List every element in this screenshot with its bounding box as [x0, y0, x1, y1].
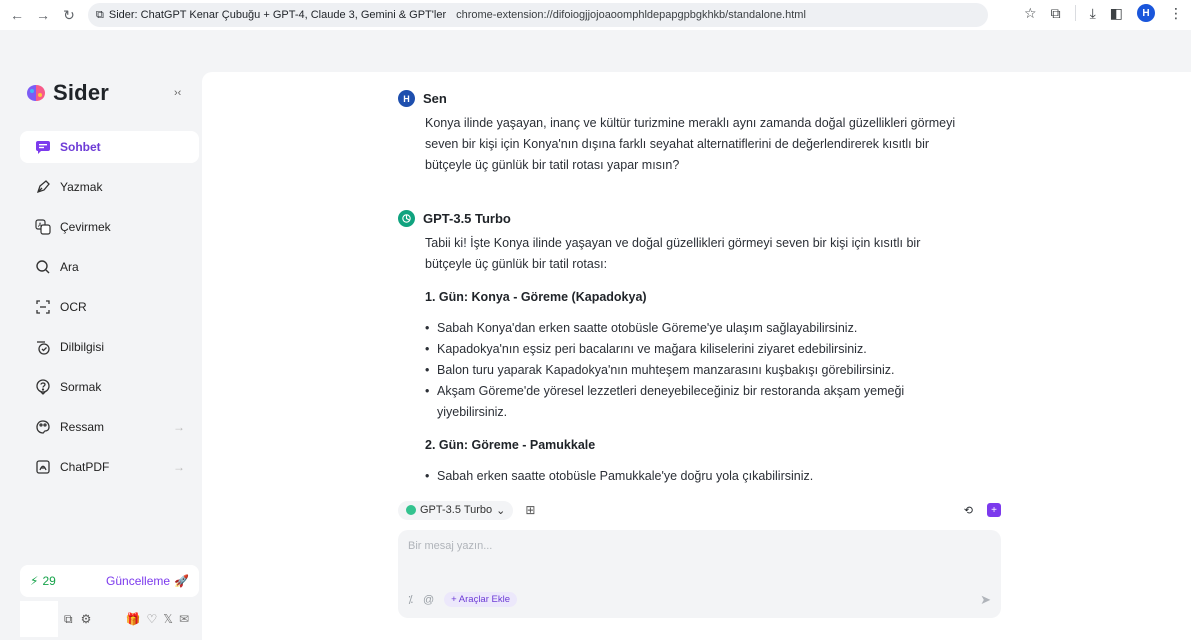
model-status-dot [406, 505, 416, 515]
star-icon[interactable]: ☆ [1024, 5, 1037, 22]
sidebar-item-label: OCR [60, 300, 87, 314]
model-selector[interactable]: GPT-3.5 Turbo ⌄ [398, 500, 514, 520]
chevron-right-icon: → [173, 460, 185, 474]
list-item: Sabah Konya'dan erken saatte otobüsle Gö… [425, 318, 958, 339]
copy-icon[interactable]: ⧉ [64, 612, 73, 627]
sidebar-nav: Sohbet Yazmak A Çevirmek Ara OCR Dilbilg… [20, 131, 199, 491]
pen-icon [34, 178, 52, 196]
sidebar-footer: ⧉ ⚙ 🎁 ♡ 𝕏 ✉ [20, 601, 199, 637]
browser-toolbar: ← → ↻ ⧉ Sider: ChatGPT Kenar Çubuğu + GP… [0, 0, 1191, 30]
sidebar-item-sormak[interactable]: Sormak [20, 371, 199, 403]
site-chip[interactable]: ⧉ Sider: ChatGPT Kenar Çubuğu + GPT-4, C… [96, 9, 456, 22]
sidebar-item-ara[interactable]: Ara [20, 251, 199, 283]
assistant-intro: Tabii ki! İşte Konya ilinde yaşayan ve d… [425, 236, 921, 271]
sidebar: Sider ›‹ Sohbet Yazmak A Çevirmek Ara OC… [10, 63, 200, 640]
chat-icon [34, 138, 52, 156]
message-input[interactable] [408, 540, 988, 570]
palette-icon [34, 418, 52, 436]
rocket-icon: 🚀 [174, 574, 189, 588]
address-bar[interactable]: ⧉ Sider: ChatGPT Kenar Çubuğu + GPT-4, C… [88, 3, 988, 27]
menu-icon[interactable]: ⋮ [1169, 5, 1183, 22]
sidebar-item-yazmak[interactable]: Yazmak [20, 171, 199, 203]
lightning-icon: ⚡ [30, 574, 39, 588]
brand[interactable]: Sider [25, 80, 109, 106]
list-item: Akşam Göreme'de yöresel lezzetleri deney… [425, 381, 958, 423]
sidebar-item-label: Ara [60, 260, 79, 274]
sidebar-item-chatpdf[interactable]: ChatPDF → [20, 451, 199, 483]
sidebar-item-label: Dilbilgisi [60, 340, 105, 354]
user-name: Sen [423, 91, 447, 106]
extension-icon: ⧉ [96, 8, 104, 21]
openai-logo-icon [398, 210, 415, 227]
assistant-name: GPT-3.5 Turbo [423, 211, 511, 226]
url-text[interactable]: chrome-extension://difoiogjjojoaoomphlde… [456, 9, 806, 21]
credit-bar: ⚡ 29 Güncelleme 🚀 [20, 565, 199, 597]
sidebar-item-label: ChatPDF [60, 460, 110, 474]
sidebar-item-label: Yazmak [60, 180, 103, 194]
composer-toolbar: GPT-3.5 Turbo ⌄ ⊞ ⟲ + [398, 499, 1001, 521]
chevron-right-icon: → [173, 420, 185, 434]
reload-icon[interactable]: ↻ [58, 4, 80, 26]
mention-icon[interactable]: @ [423, 594, 434, 606]
question-icon [34, 378, 52, 396]
heart-icon[interactable]: ♡ [147, 612, 158, 626]
day1-list: Sabah Konya'dan erken saatte otobüsle Gö… [425, 318, 958, 423]
ocr-icon [34, 298, 52, 316]
mail-icon[interactable]: ✉ [179, 612, 189, 626]
sidebar-item-label: Çevirmek [60, 220, 111, 234]
x-icon[interactable]: 𝕏 [163, 612, 173, 626]
assistant-message: GPT-3.5 Turbo Tabii ki! İşte Konya ilind… [398, 210, 958, 487]
tab-title: Sider: ChatGPT Kenar Çubuğu + GPT-4, Cla… [108, 9, 447, 21]
user-message-text: Konya ilinde yaşayan, inanç ve kültür tu… [425, 116, 956, 172]
settings-icon[interactable]: ⚙ [81, 612, 92, 627]
update-button[interactable]: Güncelleme 🚀 [106, 574, 189, 588]
add-tools-button[interactable]: + Araçlar Ekle [444, 592, 517, 607]
day2-title: 2. Gün: Göreme - Pamukkale [425, 438, 596, 452]
chevron-down-icon: ⌄ [496, 504, 506, 517]
sidebar-item-label: Ressam [60, 420, 105, 434]
brand-name: Sider [53, 80, 110, 105]
sider-logo-icon [27, 85, 45, 101]
add-folder-icon[interactable]: ⊞ [525, 503, 535, 517]
translate-icon: A [34, 218, 52, 236]
sidebar-item-ocr[interactable]: OCR [20, 291, 199, 323]
toolbar-divider [1074, 5, 1076, 21]
sidebar-item-label: Sohbet [60, 140, 101, 154]
collapse-sidebar-button[interactable]: ›‹ [174, 87, 181, 99]
day2-list: Sabah erken saatte otobüsle Pamukkale'ye… [425, 466, 958, 487]
user-message: H Sen Konya ilinde yaşayan, inanç ve kül… [398, 90, 958, 176]
model-label: GPT-3.5 Turbo [420, 504, 493, 516]
back-icon[interactable]: ← [6, 4, 28, 26]
list-item: Sabah erken saatte otobüsle Pamukkale'ye… [425, 466, 958, 487]
sidepanel-icon[interactable]: ◧ [1110, 5, 1123, 22]
sidebar-item-dilbilgisi[interactable]: Dilbilgisi [20, 331, 199, 363]
credit-value: 29 [42, 574, 56, 588]
credit-count: ⚡ 29 [30, 574, 56, 588]
sidebar-item-sohbet[interactable]: Sohbet [20, 131, 199, 163]
grammar-icon [34, 338, 52, 356]
list-item: Balon turu yaparak Kapadokya'nın muhteşe… [425, 360, 958, 381]
chat-panel: H Sen Konya ilinde yaşayan, inanç ve kül… [202, 72, 1191, 640]
sidebar-item-cevirmek[interactable]: A Çevirmek [20, 211, 199, 243]
day1-title: 1. Gün: Konya - Göreme (Kapadokya) [425, 290, 647, 304]
download-icon[interactable]: ⤓ [1090, 5, 1096, 22]
puzzle-icon[interactable]: ⧉ [1051, 5, 1061, 22]
message-composer: ⁒ @ + Araçlar Ekle ➤ [398, 530, 1001, 618]
send-icon[interactable]: ➤ [980, 592, 991, 608]
footer-blank [20, 601, 58, 637]
search-icon [34, 258, 52, 276]
pdf-icon [34, 458, 52, 476]
new-chat-icon[interactable]: + [987, 503, 1001, 517]
gift-icon[interactable]: 🎁 [126, 612, 141, 626]
profile-avatar[interactable]: H [1137, 4, 1155, 22]
forward-icon[interactable]: → [32, 4, 54, 26]
update-label: Güncelleme [106, 574, 171, 588]
prompt-icon[interactable]: ⁒ [408, 593, 413, 606]
sidebar-item-ressam[interactable]: Ressam → [20, 411, 199, 443]
list-item: Kapadokya'nın eşsiz peri bacalarını ve m… [425, 339, 958, 360]
history-icon[interactable]: ⟲ [964, 504, 973, 517]
user-avatar: H [398, 90, 415, 107]
sidebar-item-label: Sormak [60, 380, 102, 394]
